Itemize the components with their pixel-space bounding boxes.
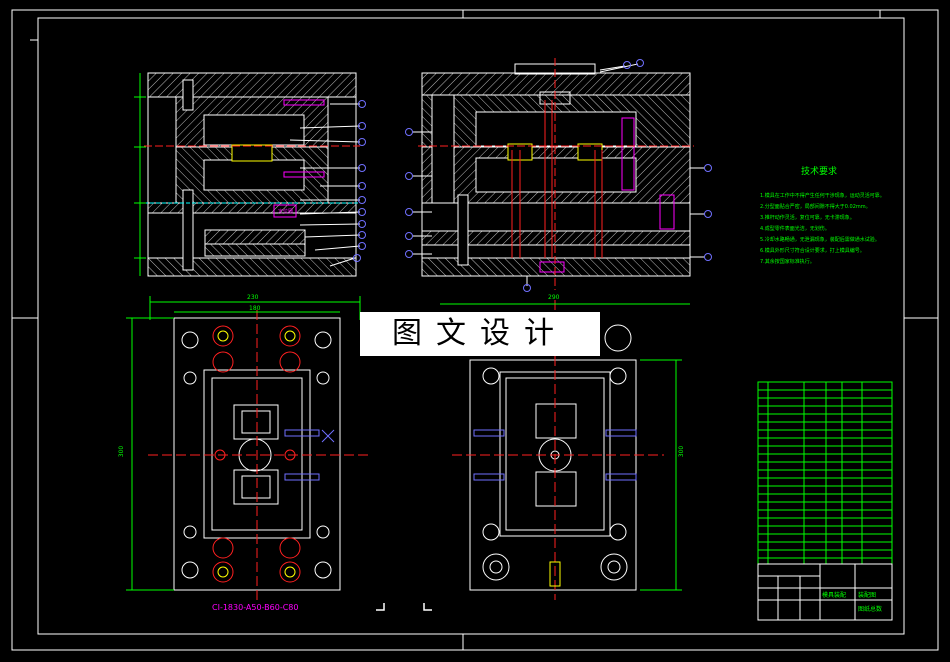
parts-list-rows: [758, 389, 892, 559]
section-view-left: [134, 72, 366, 277]
section-view-right: [405, 58, 712, 292]
parts-list-table: [757, 381, 893, 565]
mold-base-spec: CI-1830-A50-B60-C80: [212, 603, 299, 612]
dim-height-right: 300: [678, 445, 686, 458]
tech-requirement-line: 4.成型零件表面光洁，无划伤。: [760, 226, 830, 232]
tech-requirements-title: 技术要求: [800, 167, 837, 177]
bottom-marks: [376, 603, 432, 611]
cad-drawing-canvas: 技术要求 1.模具在工作中不得产生任何干涉现象，运动灵活可靠。 2.分型面贴合严密…: [0, 0, 950, 662]
title-block-drawing-name: 装配图: [858, 592, 877, 599]
dim-right-top: 290: [548, 294, 560, 301]
watermark-banner: 图文设计: [360, 312, 600, 356]
dim-width-top: 230: [247, 294, 259, 301]
tech-requirements-block: 技术要求 1.模具在工作中不得产生任何干涉现象，运动灵活可靠。 2.分型面贴合严密…: [760, 164, 892, 268]
callout-label: 定位圈: [278, 209, 294, 215]
tech-requirement-line: 6.模具外形尺寸符合设计要求，打上模具编号。: [760, 248, 865, 254]
dim-height-left: 300: [118, 445, 126, 458]
tech-requirement-line: 5.冷却水路畅通，无泄漏现象，装配后需做通水试验。: [760, 237, 880, 243]
tech-requirements-list: 1.模具在工作中不得产生任何干涉现象，运动灵活可靠。 2.分型面贴合严密，局部间隙…: [760, 191, 892, 268]
dim-inner-top: 180: [249, 305, 261, 312]
tech-requirement-line: 7.其余按国家标准执行。: [760, 259, 815, 265]
tech-requirement-line: 3.推杆动作灵活，复位可靠，无卡滞现象。: [760, 215, 855, 221]
title-block-school: 图纸总数: [858, 606, 883, 613]
plan-view-left: [126, 296, 368, 600]
tech-requirement-line: 1.模具在工作中不得产生任何干涉现象，运动灵活可靠。: [760, 193, 885, 199]
title-block-part-name: 模具装配: [822, 592, 847, 599]
tech-requirement-line: 2.分型面贴合严密，局部间隙不得大于0.02mm。: [760, 204, 871, 210]
